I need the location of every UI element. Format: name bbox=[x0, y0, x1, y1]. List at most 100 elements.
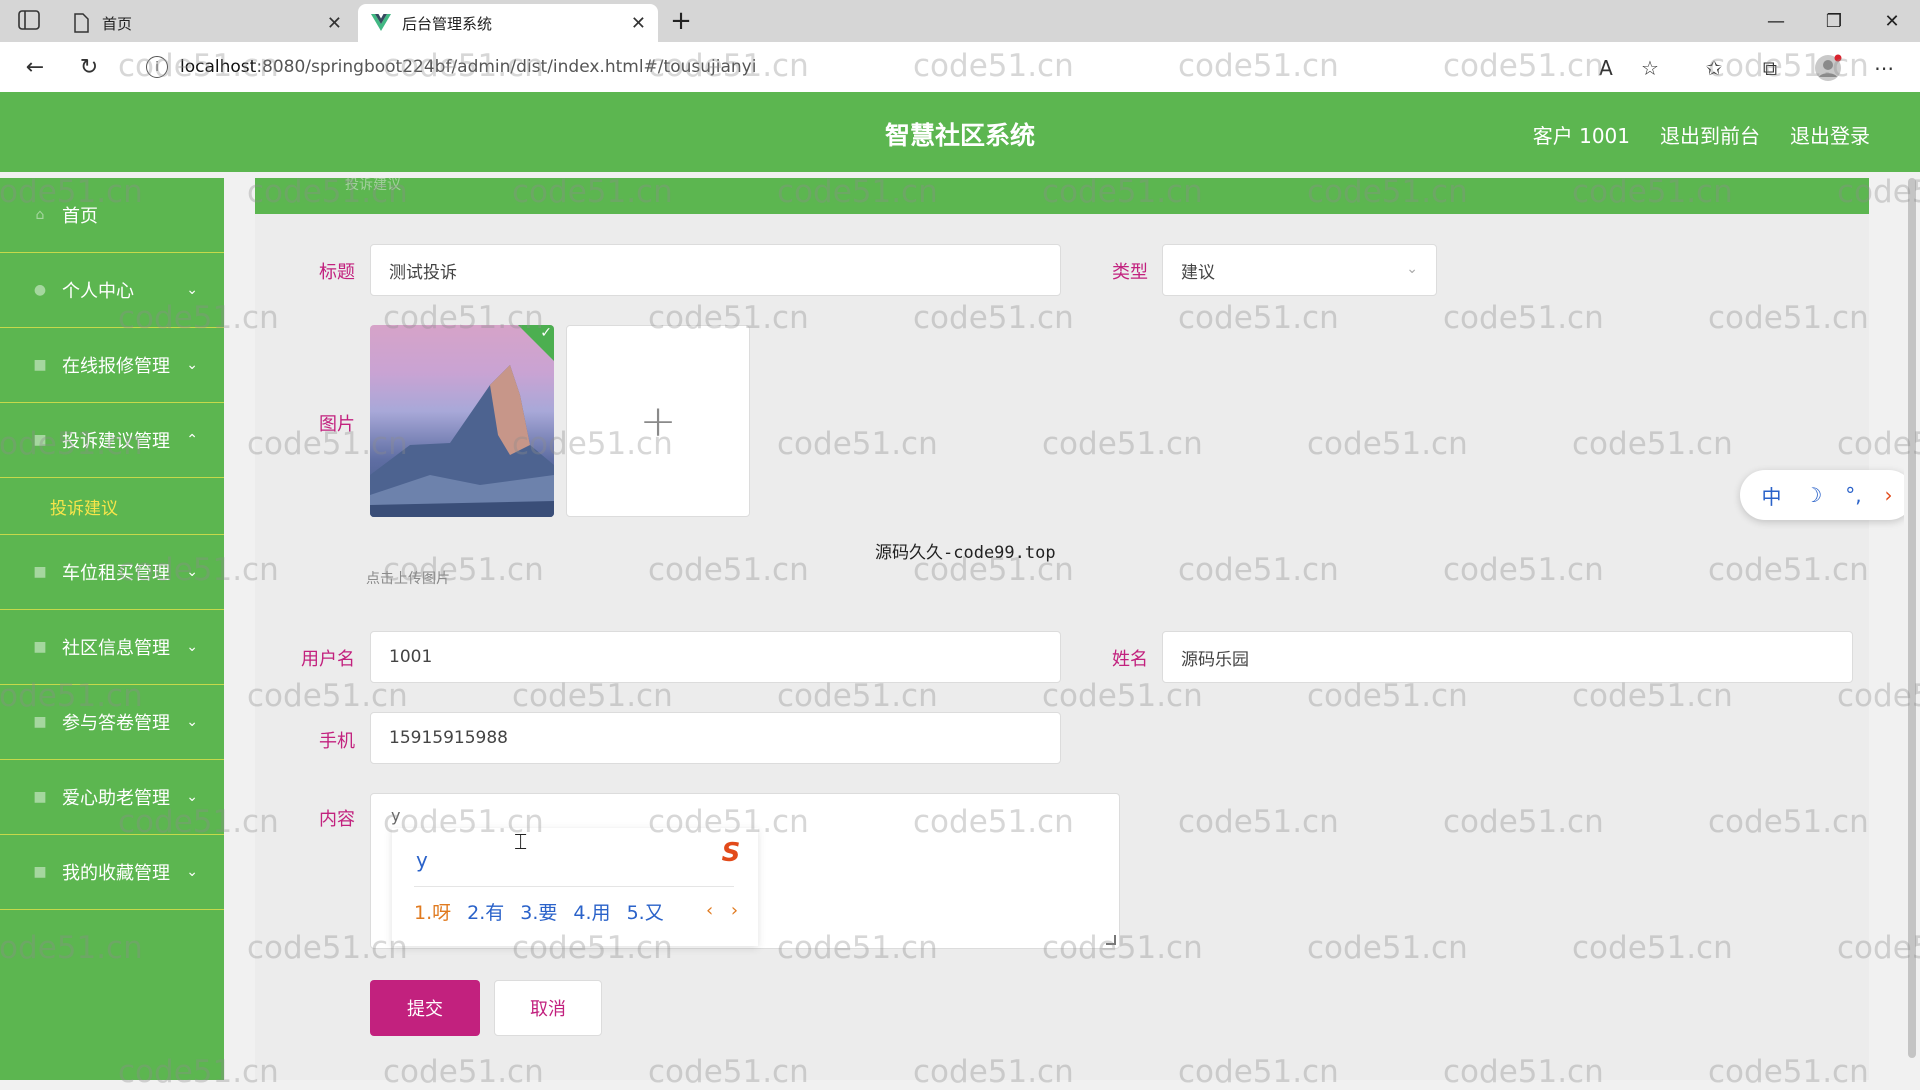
phone-value: 15915915988 bbox=[389, 728, 508, 748]
url-host: localhost bbox=[180, 57, 257, 77]
ime-pager[interactable]: ‹ › bbox=[706, 900, 744, 921]
page-icon bbox=[70, 12, 92, 34]
chevron-down-icon: ⌄ bbox=[186, 282, 198, 298]
uploaded-image-thumbnail[interactable]: ✓ bbox=[370, 325, 554, 517]
type-label: 类型 bbox=[1112, 262, 1148, 283]
sidebar-item-home[interactable]: ⌂ 首页 bbox=[0, 178, 224, 253]
logout-link[interactable]: 退出登录 bbox=[1790, 120, 1870, 149]
name-input[interactable]: 源码乐园 bbox=[1162, 631, 1853, 683]
sidebar-item-profile[interactable]: ● 个人中心 ⌄ bbox=[0, 253, 224, 328]
text-cursor-icon: ⌶ bbox=[514, 830, 528, 855]
star-icon: ■ bbox=[33, 864, 47, 880]
sidebar-item-label: 个人中心 bbox=[62, 281, 134, 302]
ime-candidate[interactable]: 5.又 bbox=[627, 898, 664, 925]
plus-icon: + bbox=[639, 395, 677, 447]
ime-candidate[interactable]: 1.呀 bbox=[414, 898, 451, 925]
browser-tab-label: 后台管理系统 bbox=[402, 14, 493, 33]
restore-icon[interactable]: ❐ bbox=[1814, 8, 1854, 34]
favorites-icon[interactable]: ✩ bbox=[1700, 54, 1728, 82]
sidebar-subitem-complaint[interactable]: 投诉建议 bbox=[0, 478, 224, 535]
username-input[interactable]: 1001 bbox=[370, 631, 1061, 683]
url-input[interactable]: i localhost :8080/springboot224bf/admin/… bbox=[134, 48, 1664, 86]
chevron-down-icon: ⌄ bbox=[1406, 261, 1418, 277]
name-label: 姓名 bbox=[1112, 649, 1148, 670]
name-value: 源码乐园 bbox=[1181, 649, 1249, 670]
ime-candidate[interactable]: 4.用 bbox=[573, 898, 610, 925]
upload-tip: 点击上传图片 bbox=[366, 571, 450, 587]
sidebar-item-label: 爱心助老管理 bbox=[62, 788, 170, 809]
sidebar-item-elderly-care[interactable]: ■ 爱心助老管理 ⌄ bbox=[0, 760, 224, 835]
sidebar-item-parking[interactable]: ■ 车位租买管理 ⌄ bbox=[0, 535, 224, 610]
title-input[interactable]: 测试投诉 bbox=[370, 244, 1061, 296]
read-aloud-icon[interactable]: A bbox=[1592, 54, 1620, 82]
sidebar-item-repair[interactable]: ■ 在线报修管理 ⌄ bbox=[0, 328, 224, 403]
window-close-icon[interactable]: ✕ bbox=[1872, 8, 1912, 34]
username-value: 1001 bbox=[389, 647, 433, 667]
sidebar-item-label: 投诉建议管理 bbox=[62, 431, 170, 452]
ime-candidates: 1.呀 2.有 3.要 4.用 5.又 bbox=[414, 898, 664, 925]
exit-to-front-link[interactable]: 退出到前台 bbox=[1660, 120, 1760, 149]
ime-punctuation-icon[interactable]: °, bbox=[1845, 483, 1861, 507]
submit-button[interactable]: 提交 bbox=[370, 980, 480, 1036]
phone-label: 手机 bbox=[319, 731, 355, 752]
ime-candidate-popup: y S 1.呀 2.有 3.要 4.用 5.又 ‹ › bbox=[392, 828, 758, 946]
collections-icon[interactable]: ⧉ bbox=[1756, 54, 1784, 82]
tab-actions-icon[interactable] bbox=[18, 10, 40, 30]
browser-tab-strip: 首页 ✕ 后台管理系统 ✕ + — ❐ ✕ bbox=[0, 0, 1920, 42]
sidebar-item-complaint[interactable]: ■ 投诉建议管理 ⌃ bbox=[0, 403, 224, 478]
wrench-icon: ■ bbox=[33, 357, 47, 373]
ime-candidate[interactable]: 2.有 bbox=[467, 898, 504, 925]
ime-candidate[interactable]: 3.要 bbox=[520, 898, 557, 925]
cancel-button[interactable]: 取消 bbox=[494, 980, 602, 1036]
ime-composition: y bbox=[416, 848, 428, 872]
phone-input[interactable]: 15915915988 bbox=[370, 712, 1061, 764]
new-tab-icon[interactable]: + bbox=[666, 6, 696, 36]
close-icon[interactable]: ✕ bbox=[327, 13, 342, 34]
divider bbox=[414, 886, 734, 887]
minimize-icon[interactable]: — bbox=[1756, 8, 1796, 34]
current-user-link[interactable]: 客户 1001 bbox=[1533, 120, 1630, 149]
back-icon[interactable]: ← bbox=[18, 50, 52, 84]
type-select[interactable]: 建议 ⌄ bbox=[1162, 244, 1437, 296]
scrollbar-thumb[interactable] bbox=[1908, 178, 1916, 1058]
add-favorite-icon[interactable]: ☆ bbox=[1636, 54, 1664, 82]
content-label: 内容 bbox=[319, 809, 355, 830]
resize-handle-icon[interactable] bbox=[1106, 935, 1116, 945]
home-icon: ⌂ bbox=[35, 207, 45, 223]
ime-toolbar: 中 ☽ °, › bbox=[1740, 470, 1914, 520]
sidebar-item-community-info[interactable]: ■ 社区信息管理 ⌄ bbox=[0, 610, 224, 685]
document-icon: ■ bbox=[33, 432, 47, 448]
profile-avatar-icon[interactable] bbox=[1814, 54, 1842, 82]
survey-icon: ■ bbox=[33, 714, 47, 730]
reload-icon[interactable]: ↻ bbox=[72, 50, 106, 84]
sogou-logo-icon: S bbox=[721, 838, 741, 868]
chevron-down-icon: ⌄ bbox=[186, 789, 198, 805]
url-path: :8080/springboot224bf/admin/dist/index.h… bbox=[256, 57, 757, 77]
page-scrollbar[interactable] bbox=[1904, 178, 1920, 1080]
title-value: 测试投诉 bbox=[389, 262, 457, 283]
username-label: 用户名 bbox=[301, 649, 355, 670]
info-icon[interactable]: i bbox=[146, 56, 168, 78]
sidebar-item-survey[interactable]: ■ 参与答卷管理 ⌄ bbox=[0, 685, 224, 760]
ime-chinese-mode-icon[interactable]: 中 bbox=[1761, 481, 1781, 510]
close-icon[interactable]: ✕ bbox=[631, 13, 646, 34]
chevron-down-icon: ⌄ bbox=[186, 564, 198, 580]
browser-tab-home[interactable]: 首页 ✕ bbox=[58, 4, 354, 42]
sidebar: ⌂ 首页 ● 个人中心 ⌄ ■ 在线报修管理 ⌄ ■ 投诉建议管理 ⌃ 投诉建议… bbox=[0, 178, 224, 1080]
chevron-down-icon: ⌄ bbox=[186, 639, 198, 655]
chevron-down-icon: ⌄ bbox=[186, 714, 198, 730]
ime-halfwidth-icon[interactable]: ☽ bbox=[1804, 483, 1822, 507]
address-bar-row: ← ↻ i localhost :8080/springboot224bf/ad… bbox=[0, 42, 1920, 92]
sidebar-item-label: 我的收藏管理 bbox=[62, 863, 170, 884]
browser-tab-label: 首页 bbox=[102, 14, 133, 33]
breadcrumb: 投诉建议 bbox=[345, 177, 401, 193]
chevron-down-icon: ⌄ bbox=[186, 357, 198, 373]
upload-image-button[interactable]: + bbox=[566, 325, 750, 517]
sidebar-item-favorites[interactable]: ■ 我的收藏管理 ⌄ bbox=[0, 835, 224, 910]
breadcrumb-bar: 投诉建议 bbox=[255, 177, 1869, 214]
browser-tab-admin[interactable]: 后台管理系统 ✕ bbox=[358, 4, 658, 42]
more-menu-icon[interactable]: ⋯ bbox=[1870, 54, 1898, 82]
title-label: 标题 bbox=[319, 262, 355, 283]
ime-expand-icon[interactable]: › bbox=[1885, 483, 1893, 507]
sidebar-item-label: 首页 bbox=[62, 206, 98, 227]
